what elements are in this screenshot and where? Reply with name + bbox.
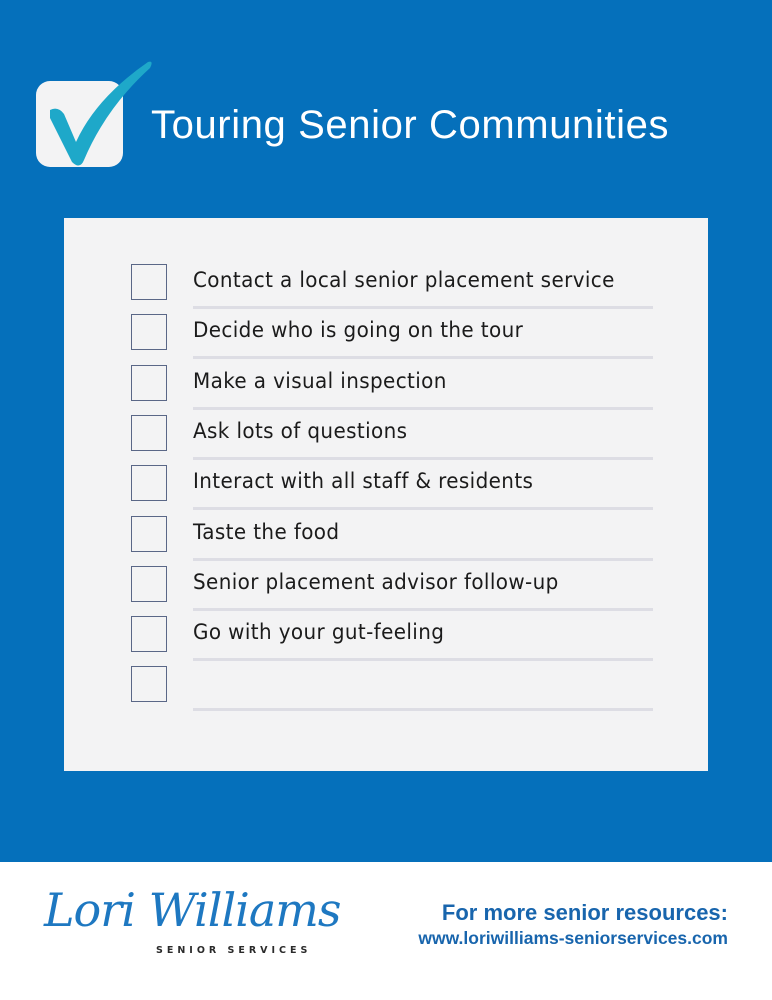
writing-line [193,708,653,712]
header-panel: Touring Senior Communities Contact a loc… [0,0,772,862]
checklist-item: Make a visual inspection [64,319,708,410]
checklist-item: Interact with all staff & residents [64,419,708,511]
checklist-item: Taste the food [64,470,708,561]
resources-callout: For more senior resources: www.loriwilli… [418,900,728,949]
brand-subtitle: SENIOR SERVICES [156,945,312,956]
brand-name: Lori Williams [44,883,342,937]
checklist-item: Senior placement advisor follow-up [64,520,708,611]
resources-heading: For more senior resources: [441,900,728,925]
checklist-item [64,620,708,712]
checklist-card: Contact a local senior placement service… [64,218,708,771]
checkbox[interactable] [131,666,167,703]
checklist-item: Decide who is going on the tour [64,268,708,360]
checklist-item: Ask lots of questions [64,369,708,460]
checkmark-icon [50,61,152,166]
page-title: Touring Senior Communities [151,103,670,147]
checklist-item: Go with your gut-feeling [64,570,708,662]
checklist-item: Contact a local senior placement service [64,218,708,309]
website-link[interactable]: www.loriwilliams-seniorservices.com [418,928,728,949]
brand-logo: Lori Williams SENIOR SERVICES [44,883,342,963]
